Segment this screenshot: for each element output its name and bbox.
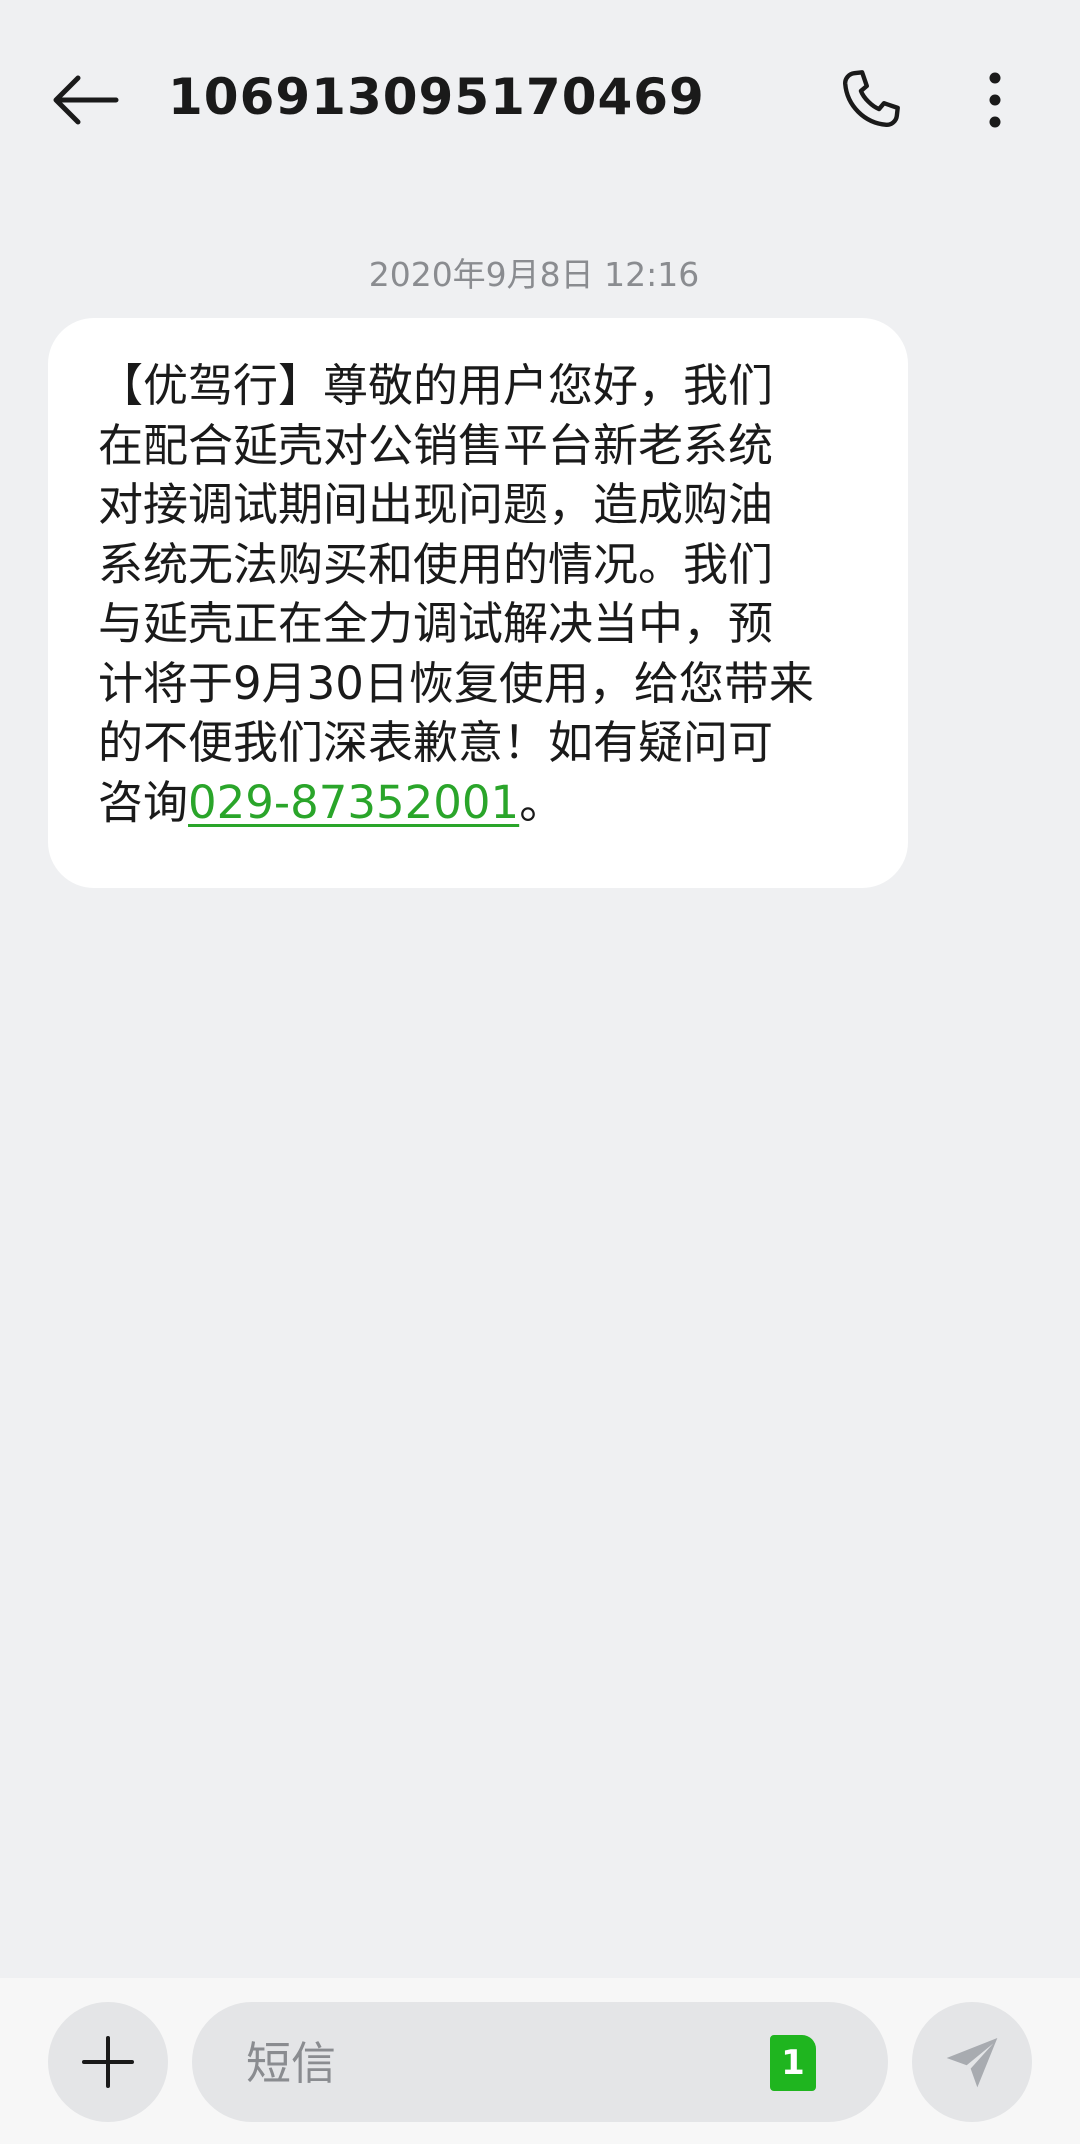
message-input[interactable] — [244, 2002, 728, 2124]
message-line: 与延壳正在全力调试解决当中，预 — [98, 597, 774, 650]
contact-title: 106913095170469 — [168, 68, 705, 126]
back-button[interactable] — [40, 60, 130, 140]
message-line-suffix: 。 — [519, 775, 565, 829]
message-timestamp: 2020年9月8日 12:16 — [368, 255, 700, 294]
message-text: 【优驾行】尊敬的用户您好，我们 在配合延壳对公销售平台新老系统 对接调试期间出现… — [98, 356, 858, 832]
more-vertical-icon — [989, 72, 1001, 128]
message-line: 计将于9月30日恢复使用，给您带来 — [98, 656, 814, 710]
message-line-prefix: 咨询 — [98, 775, 189, 829]
message-line: 对接调试期间出现问题，造成购油 — [98, 478, 774, 531]
message-line: 系统无法购买和使用的情况。我们 — [98, 537, 774, 591]
arrow-left-icon — [53, 75, 119, 125]
sim-card-selector[interactable]: 1 — [770, 2035, 816, 2091]
plus-icon — [82, 2036, 134, 2088]
call-button[interactable] — [830, 60, 910, 140]
app-header: 106913095170469 — [0, 0, 1080, 200]
phone-number-link[interactable]: 029-87352001 — [188, 776, 519, 829]
message-line: 【优驾行】尊敬的用户您好，我们 — [98, 359, 774, 412]
more-options-button[interactable] — [955, 60, 1035, 140]
composer-bar: 1 — [0, 1978, 1080, 2144]
message-bubble[interactable]: 【优驾行】尊敬的用户您好，我们 在配合延壳对公销售平台新老系统 对接调试期间出现… — [48, 318, 908, 888]
phone-icon — [843, 70, 900, 127]
message-line: 在配合延壳对公销售平台新老系统 — [98, 418, 774, 472]
message-line: 的不便我们深表歉意！如有疑问可 — [98, 716, 774, 769]
message-last-line: 咨询029-87352001。 — [98, 773, 858, 833]
send-icon — [946, 2038, 998, 2088]
message-input-box[interactable]: 1 — [192, 2002, 888, 2124]
send-button[interactable] — [912, 2002, 1032, 2122]
add-attachment-button[interactable] — [48, 2002, 168, 2122]
